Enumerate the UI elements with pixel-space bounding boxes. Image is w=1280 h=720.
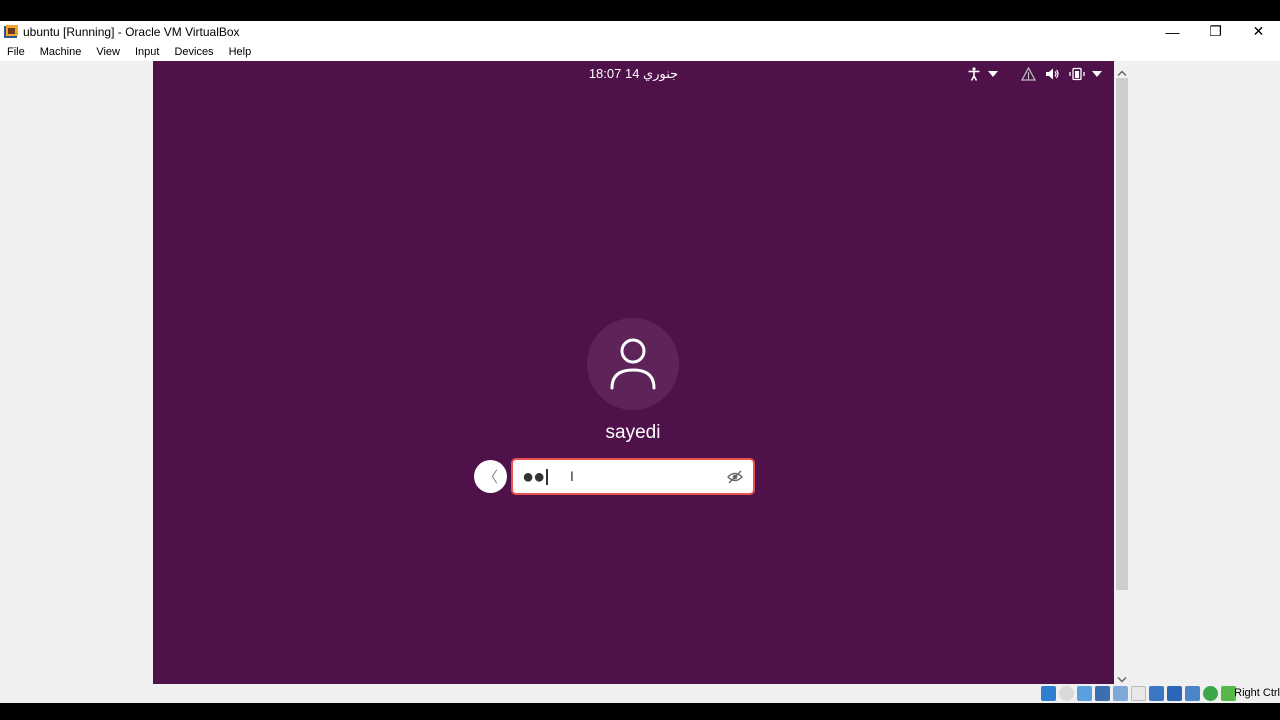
network-adapter-icon[interactable] — [1095, 686, 1110, 701]
dropdown-arrow-icon[interactable] — [1092, 71, 1102, 77]
menu-machine[interactable]: Machine — [40, 46, 82, 58]
minimize-button[interactable]: — — [1151, 21, 1194, 42]
video-capture-icon[interactable] — [1167, 686, 1182, 701]
network-icon[interactable] — [1021, 67, 1036, 81]
host-key-label: Right Ctrl — [1234, 687, 1280, 699]
system-tray[interactable] — [967, 65, 1102, 83]
restore-button[interactable]: ❐ — [1194, 21, 1237, 42]
virtualbox-app-icon — [3, 24, 19, 40]
text-caret — [546, 468, 549, 485]
shared-folders-icon[interactable] — [1131, 686, 1146, 701]
gnome-top-bar: 18:07 جنوري 14 — [153, 61, 1114, 87]
chevron-left-icon: 〈 — [482, 469, 498, 486]
scrollbar-thumb[interactable] — [1116, 78, 1128, 590]
close-button[interactable]: ✕ — [1237, 21, 1280, 42]
vertical-scrollbar[interactable] — [1114, 61, 1130, 684]
audio-icon[interactable] — [1077, 686, 1092, 701]
title-bar: ubuntu [Running] - Oracle VM VirtualBox … — [0, 21, 1280, 42]
eye-slash-icon[interactable] — [727, 470, 743, 489]
user-avatar — [587, 318, 679, 410]
back-button[interactable]: 〈 — [474, 460, 507, 493]
battery-icon[interactable] — [1069, 67, 1085, 81]
letterbox-top — [0, 0, 1280, 21]
dropdown-arrow-icon[interactable] — [988, 71, 998, 77]
user-icon — [610, 338, 656, 390]
menu-help[interactable]: Help — [229, 46, 252, 58]
vm-display[interactable]: 18:07 جنوري 14 sayedi 〈 ●● Ι — [153, 61, 1114, 684]
optical-drive-icon[interactable] — [1059, 686, 1074, 701]
status-bar: Right Ctrl — [0, 684, 1280, 703]
password-mask: ●● — [522, 465, 545, 488]
menu-devices[interactable]: Devices — [174, 46, 213, 58]
accessibility-icon[interactable] — [967, 67, 981, 81]
menu-file[interactable]: File — [7, 46, 25, 58]
hard-disk-icon[interactable] — [1041, 686, 1056, 701]
menu-input[interactable]: Input — [135, 46, 159, 58]
virtualbox-window: ubuntu [Running] - Oracle VM VirtualBox … — [0, 21, 1280, 703]
window-title: ubuntu [Running] - Oracle VM VirtualBox — [23, 24, 240, 39]
recording-icon[interactable] — [1185, 686, 1200, 701]
letterbox-bottom — [0, 703, 1280, 720]
ibeam-cursor-icon: Ι — [570, 468, 574, 484]
username-label: sayedi — [605, 422, 661, 443]
password-input[interactable]: ●● Ι — [511, 458, 755, 495]
usb-icon[interactable] — [1113, 686, 1128, 701]
device-status-icons — [1041, 686, 1236, 701]
menu-bar: File Machine View Input Devices Help — [0, 42, 1280, 61]
menu-view[interactable]: View — [96, 46, 120, 58]
display-icon[interactable] — [1149, 686, 1164, 701]
mouse-integration-icon[interactable] — [1203, 686, 1218, 701]
volume-icon[interactable] — [1045, 67, 1060, 81]
